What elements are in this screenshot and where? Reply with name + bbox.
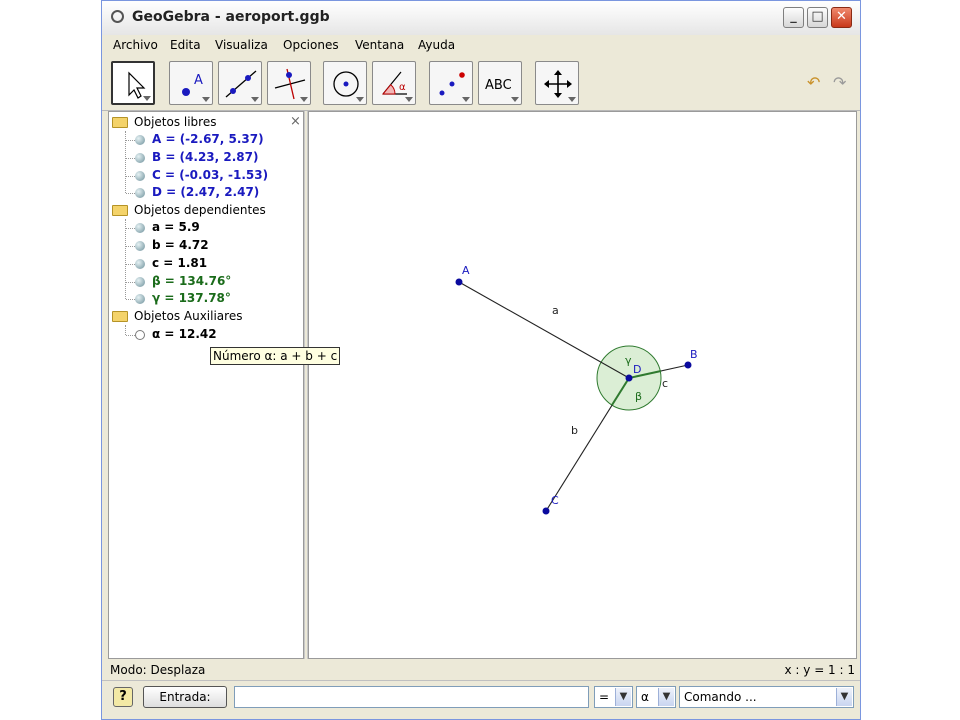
dropdown-arrow-icon [405, 97, 413, 102]
point-d-label: D [633, 363, 641, 376]
command-input[interactable] [234, 686, 589, 708]
algebra-view: × Objetos libres A = (-2.67, 5.37) B = (… [108, 111, 304, 659]
dropdown-arrow-icon [462, 97, 470, 102]
chevron-down-icon[interactable]: ▼ [658, 688, 674, 706]
mode-status: Modo: Desplaza [110, 663, 206, 677]
command-select-value: Comando ... [684, 690, 757, 704]
dropdown-arrow-icon [202, 97, 210, 102]
tree-line [125, 219, 126, 299]
operator-select-value: = [599, 690, 610, 704]
close-button[interactable]: ✕ [831, 7, 852, 28]
menu-visualiza[interactable]: Visualiza [215, 38, 268, 52]
symbol-select-value: α [641, 690, 649, 704]
visibility-dot-icon[interactable] [135, 153, 145, 163]
point-tool-label: A [194, 73, 203, 88]
menu-archivo[interactable]: Archivo [113, 38, 158, 52]
close-icon: ✕ [836, 9, 847, 24]
angle-tool-label: α [399, 82, 406, 93]
point-a[interactable] [455, 278, 463, 286]
chevron-down-icon[interactable]: ▼ [836, 688, 852, 706]
geometry-canvas[interactable]: A B C D a b c γ β [309, 112, 856, 658]
command-select[interactable]: Comando ... ▼ [679, 686, 854, 708]
dropdown-arrow-icon [356, 97, 364, 102]
point-tool-button[interactable]: A [169, 61, 213, 105]
undo-icon[interactable]: ↶ [807, 73, 820, 92]
folder-icon [112, 311, 128, 322]
folder-label: Objetos libres [134, 115, 217, 129]
menu-ventana[interactable]: Ventana [355, 38, 404, 52]
angle-beta-label: β [635, 390, 642, 403]
menu-edita[interactable]: Edita [170, 38, 201, 52]
geogebra-logo-icon [111, 10, 124, 23]
title-bar[interactable]: GeoGebra - aeroport.ggb _ □ ✕ [102, 1, 860, 36]
dropdown-arrow-icon [511, 97, 519, 102]
point-c[interactable] [542, 507, 550, 515]
text-tool-button[interactable]: ABC [478, 61, 522, 105]
visibility-dot-icon[interactable] [135, 188, 145, 198]
visibility-dot-icon[interactable] [135, 277, 145, 287]
visibility-dot-icon[interactable] [135, 171, 145, 181]
perpendicular-tool-button[interactable] [267, 61, 311, 105]
point-a-label: A [462, 264, 470, 277]
redo-icon[interactable]: ↷ [833, 73, 846, 92]
tooltip: Número α: a + b + c [210, 347, 341, 365]
angle-tool-button[interactable]: α [372, 61, 416, 105]
visibility-dot-icon[interactable] [135, 330, 145, 340]
maximize-icon: □ [811, 9, 824, 24]
point-b[interactable] [684, 361, 692, 369]
folder-icon [112, 205, 128, 216]
graphics-view[interactable]: A B C D a b c γ β [308, 111, 857, 659]
point-c-label: C [551, 494, 559, 507]
help-button[interactable]: ? [113, 687, 133, 707]
visibility-dot-icon[interactable] [135, 294, 145, 304]
dropdown-arrow-icon [251, 97, 259, 102]
input-bar: ? Entrada: = ▼ α ▼ Comando ... ▼ [102, 680, 860, 713]
symbol-select[interactable]: α ▼ [636, 686, 676, 708]
close-algebra-icon[interactable]: × [290, 114, 301, 129]
text-tool-label: ABC [485, 78, 512, 93]
window-title: GeoGebra - aeroport.ggb [132, 9, 330, 25]
dropdown-arrow-icon [143, 96, 151, 101]
menu-opciones[interactable]: Opciones [283, 38, 339, 52]
toolbar: A α ABC ↶ ↷ [102, 56, 860, 111]
status-bar: Modo: Desplaza x : y = 1 : 1 [108, 661, 857, 679]
segment-c-label: c [662, 377, 668, 390]
folder-label: Objetos dependientes [134, 203, 266, 217]
folder-label: Objetos Auxiliares [134, 309, 243, 323]
point-d[interactable] [625, 374, 633, 382]
dropdown-arrow-icon [568, 97, 576, 102]
entrada-button[interactable]: Entrada: [143, 686, 227, 708]
operator-select[interactable]: = ▼ [594, 686, 633, 708]
segment-a[interactable] [458, 281, 630, 379]
tree-line [125, 325, 126, 335]
visibility-dot-icon[interactable] [135, 223, 145, 233]
dropdown-arrow-icon [300, 97, 308, 102]
minimize-icon: _ [790, 9, 797, 24]
visibility-dot-icon[interactable] [135, 135, 145, 145]
point-b-label: B [690, 348, 698, 361]
menu-ayuda[interactable]: Ayuda [418, 38, 455, 52]
segment-a-label: a [552, 304, 559, 317]
move-view-tool-button[interactable] [535, 61, 579, 105]
chevron-down-icon[interactable]: ▼ [615, 688, 631, 706]
folder-icon [112, 117, 128, 128]
axis-ratio: x : y = 1 : 1 [784, 663, 856, 677]
pointer-tool-button[interactable] [111, 61, 155, 105]
line-tool-button[interactable] [218, 61, 262, 105]
circle-tool-button[interactable] [323, 61, 367, 105]
slider-tool-button[interactable] [429, 61, 473, 105]
visibility-dot-icon[interactable] [135, 241, 145, 251]
maximize-button[interactable]: □ [807, 7, 828, 28]
segment-b-label: b [571, 424, 578, 437]
angle-gamma-label: γ [625, 354, 632, 367]
minimize-button[interactable]: _ [783, 7, 804, 28]
visibility-dot-icon[interactable] [135, 259, 145, 269]
menu-bar: Archivo Edita Visualiza Opciones Ventana… [102, 35, 860, 56]
